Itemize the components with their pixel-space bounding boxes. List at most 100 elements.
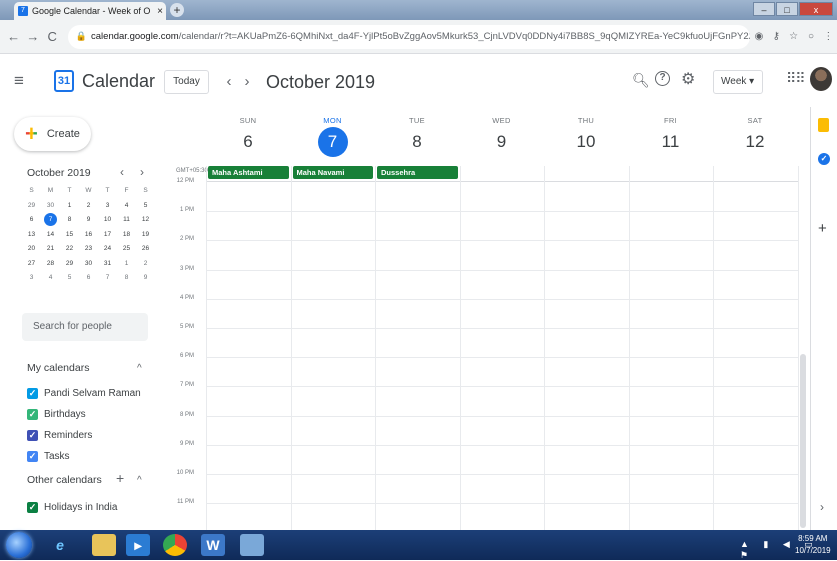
week-time-grid[interactable] <box>206 166 799 531</box>
mini-calendar-day[interactable]: 23 <box>79 242 98 257</box>
day-number[interactable]: 11 <box>629 130 713 154</box>
mini-calendar-day[interactable]: 15 <box>60 228 79 243</box>
word-icon[interactable]: W <box>201 534 225 556</box>
browser-tab[interactable]: 7 Google Calendar - Week of Octo × <box>14 2 166 20</box>
create-button[interactable]: + Create <box>14 117 91 151</box>
mini-calendar-day[interactable]: 18 <box>117 228 136 243</box>
day-number[interactable]: 9 <box>460 130 544 154</box>
day-header[interactable]: TUE 8 <box>375 116 459 154</box>
day-number[interactable]: 10 <box>544 130 628 154</box>
tasks-icon[interactable]: ✓ <box>818 153 830 165</box>
mini-calendar-day[interactable]: 29 <box>60 257 79 272</box>
day-header[interactable]: SAT 12 <box>713 116 797 154</box>
day-number[interactable]: 12 <box>713 130 797 154</box>
checkbox-icon[interactable]: ✓ <box>27 387 38 399</box>
mini-calendar-day[interactable]: 1 <box>117 257 136 272</box>
mini-calendar-day[interactable]: 4 <box>41 271 60 286</box>
avatar[interactable] <box>810 67 832 91</box>
mini-calendar-day[interactable]: 17 <box>98 228 117 243</box>
mini-calendar-day[interactable]: 25 <box>117 242 136 257</box>
my-calendars-collapse-icon[interactable]: ^ <box>137 363 142 374</box>
mini-calendar-day[interactable]: 2 <box>136 257 155 272</box>
day-header[interactable]: FRI 11 <box>629 116 713 154</box>
all-day-event[interactable]: Maha Ashtami <box>208 166 289 179</box>
calendar-item[interactable]: ✓ Reminders <box>27 428 92 442</box>
day-header[interactable]: MON 7 <box>291 116 375 157</box>
mini-calendar-day[interactable]: 29 <box>22 199 41 214</box>
mini-calendar-day[interactable]: 13 <box>22 228 41 243</box>
mini-calendar-day[interactable]: 5 <box>136 199 155 214</box>
get-addons-icon[interactable]: + <box>818 220 827 237</box>
extension-icon[interactable]: ◉ <box>750 31 767 42</box>
next-week-button[interactable]: › <box>238 70 256 94</box>
clock[interactable]: 8:59 AM 10/7/2019 <box>795 533 831 557</box>
day-number[interactable]: 6 <box>206 130 290 154</box>
day-header[interactable]: THU 10 <box>544 116 628 154</box>
forward-button[interactable]: → <box>23 29 42 44</box>
more-icon[interactable]: ⋮ <box>820 31 837 42</box>
mini-calendar-day[interactable]: 28 <box>41 257 60 272</box>
mini-calendar-day[interactable]: 8 <box>117 271 136 286</box>
search-icon[interactable]: 🔍︎ <box>632 72 650 89</box>
mini-calendar-day[interactable]: 30 <box>79 257 98 272</box>
search-people-input[interactable]: Search for people <box>22 313 148 341</box>
all-day-event[interactable]: Maha Navami <box>292 166 373 179</box>
grid-scrollbar[interactable] <box>800 354 806 528</box>
calendar-item[interactable]: ✓ Holidays in India <box>27 500 117 514</box>
reload-button[interactable]: C <box>43 29 62 44</box>
checkbox-icon[interactable]: ✓ <box>27 501 38 513</box>
gear-icon[interactable]: ⚙ <box>681 69 695 89</box>
mini-calendar-day[interactable]: 6 <box>79 271 98 286</box>
mini-calendar-day[interactable]: 19 <box>136 228 155 243</box>
tab-close-icon[interactable]: × <box>154 6 166 17</box>
internet-explorer-icon[interactable]: e <box>48 534 72 556</box>
mini-calendar-day[interactable]: 9 <box>79 213 98 228</box>
mini-calendar-day[interactable]: 8 <box>60 213 79 228</box>
new-tab-button[interactable]: + <box>170 3 184 17</box>
mini-calendar-next-button[interactable]: › <box>140 165 144 179</box>
mini-calendar-day[interactable]: 30 <box>41 199 60 214</box>
day-header[interactable]: WED 9 <box>460 116 544 154</box>
mini-calendar-day[interactable]: 10 <box>98 213 117 228</box>
mini-calendar-day[interactable]: 7 <box>98 271 117 286</box>
mini-calendar-day[interactable]: 5 <box>60 271 79 286</box>
mini-calendar-day[interactable]: 6 <box>22 213 41 228</box>
mini-calendar-day[interactable]: 11 <box>117 213 136 228</box>
calendar-item[interactable]: ✓ Pandi Selvam Raman <box>27 386 141 400</box>
minimize-button[interactable]: – <box>753 2 775 16</box>
help-icon[interactable]: ? <box>655 71 670 86</box>
checkbox-icon[interactable]: ✓ <box>27 429 38 441</box>
start-button[interactable] <box>6 532 32 558</box>
mini-calendar-day[interactable]: 24 <box>98 242 117 257</box>
add-calendar-icon[interactable]: + <box>116 470 124 486</box>
calendar-item[interactable]: ✓ Tasks <box>27 449 70 463</box>
file-explorer-icon[interactable] <box>92 534 116 556</box>
paint-icon[interactable] <box>240 534 264 556</box>
back-button[interactable]: ← <box>4 29 23 44</box>
mini-calendar-day[interactable]: 26 <box>136 242 155 257</box>
apps-grid-icon[interactable]: ⠿⠿ <box>786 70 805 87</box>
media-player-icon[interactable]: ▸ <box>126 534 150 556</box>
keep-icon[interactable] <box>818 118 829 132</box>
checkbox-icon[interactable]: ✓ <box>27 408 38 420</box>
mini-calendar-day[interactable]: 4 <box>117 199 136 214</box>
view-select[interactable]: Week ▾ <box>713 70 763 94</box>
other-calendars-collapse-icon[interactable]: ^ <box>137 475 142 486</box>
mini-calendar-day[interactable]: 9 <box>136 271 155 286</box>
mini-calendar-day[interactable]: 20 <box>22 242 41 257</box>
day-number[interactable]: 8 <box>375 130 459 154</box>
mini-calendar-day[interactable]: 16 <box>79 228 98 243</box>
maximize-button[interactable]: □ <box>776 2 798 16</box>
calendar-item[interactable]: ✓ Birthdays <box>27 407 86 421</box>
mini-calendar-day[interactable]: 3 <box>98 199 117 214</box>
chrome-icon[interactable] <box>163 534 187 556</box>
day-number[interactable]: 7 <box>317 127 348 157</box>
close-window-button[interactable]: x <box>799 2 833 16</box>
today-button[interactable]: Today <box>164 70 209 94</box>
mini-calendar-day[interactable]: 21 <box>41 242 60 257</box>
my-calendars-header[interactable]: My calendars <box>27 362 89 374</box>
star-icon[interactable]: ☆ <box>785 31 802 42</box>
key-icon[interactable]: ⚷ <box>768 31 785 42</box>
mini-calendar-day[interactable]: 1 <box>60 199 79 214</box>
mini-calendar-day[interactable]: 2 <box>79 199 98 214</box>
